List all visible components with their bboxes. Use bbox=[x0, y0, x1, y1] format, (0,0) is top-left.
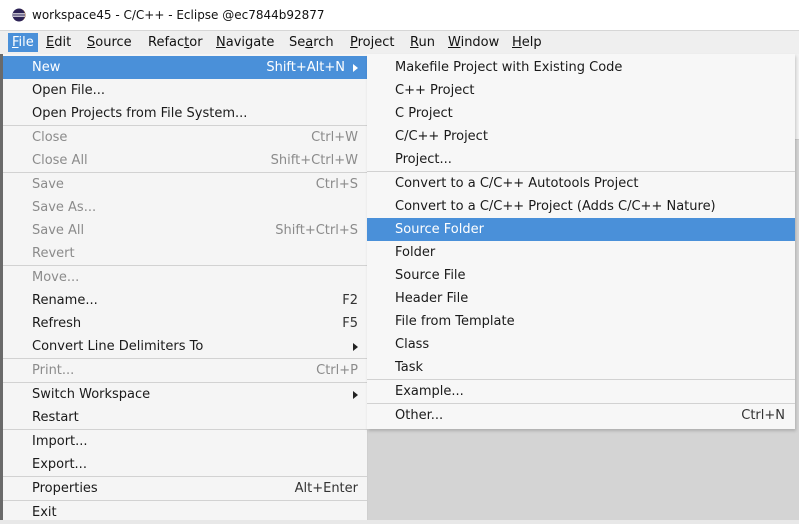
file-menu-revert[interactable]: Revert bbox=[3, 242, 367, 265]
file-menu-move[interactable]: Move... bbox=[3, 266, 367, 289]
menu-file[interactable]: File bbox=[8, 33, 38, 52]
file-menu-switch-workspace[interactable]: Switch Workspace bbox=[3, 383, 367, 406]
submenu-arrow-icon bbox=[353, 391, 358, 399]
file-menu-convert-line-delimiters[interactable]: Convert Line Delimiters To bbox=[3, 335, 367, 358]
new-class[interactable]: Class bbox=[367, 333, 795, 356]
new-submenu: Makefile Project with Existing Code C++ … bbox=[367, 54, 795, 429]
file-menu-save[interactable]: Save Ctrl+S bbox=[3, 173, 367, 196]
menu-search[interactable]: Search bbox=[289, 33, 334, 52]
file-menu-close-all[interactable]: Close All Shift+Ctrl+W bbox=[3, 149, 367, 172]
file-menu-open-file[interactable]: Open File... bbox=[3, 79, 367, 102]
file-menu-print[interactable]: Print... Ctrl+P bbox=[3, 359, 367, 382]
eclipse-logo-icon bbox=[12, 8, 26, 22]
new-convert-cpp-nature[interactable]: Convert to a C/C++ Project (Adds C/C++ N… bbox=[367, 195, 795, 218]
file-menu-save-all[interactable]: Save All Shift+Ctrl+S bbox=[3, 219, 367, 242]
new-header-file[interactable]: Header File bbox=[367, 287, 795, 310]
file-menu: New Shift+Alt+N Open File... Open Projec… bbox=[3, 54, 368, 520]
menu-source[interactable]: Source bbox=[87, 33, 132, 52]
file-menu-save-as[interactable]: Save As... bbox=[3, 196, 367, 219]
new-cpp-project[interactable]: C++ Project bbox=[367, 79, 795, 102]
file-menu-refresh[interactable]: Refresh F5 bbox=[3, 312, 367, 335]
menu-run[interactable]: Run bbox=[410, 33, 435, 52]
file-menu-close[interactable]: Close Ctrl+W bbox=[3, 126, 367, 149]
new-folder[interactable]: Folder bbox=[367, 241, 795, 264]
submenu-arrow-icon bbox=[353, 64, 358, 72]
menu-help[interactable]: Help bbox=[512, 33, 542, 52]
new-c-cpp-project[interactable]: C/C++ Project bbox=[367, 125, 795, 148]
new-file-from-template[interactable]: File from Template bbox=[367, 310, 795, 333]
submenu-arrow-icon bbox=[353, 343, 358, 351]
new-other[interactable]: Other... Ctrl+N bbox=[367, 404, 795, 427]
menu-bar: File Edit Source Refactor Navigate Searc… bbox=[0, 31, 799, 54]
new-source-file[interactable]: Source File bbox=[367, 264, 795, 287]
title-bar: workspace45 - C/C++ - Eclipse @ec7844b92… bbox=[0, 0, 799, 31]
file-menu-import[interactable]: Import... bbox=[3, 430, 367, 453]
new-task[interactable]: Task bbox=[367, 356, 795, 379]
new-example[interactable]: Example... bbox=[367, 380, 795, 403]
file-menu-export[interactable]: Export... bbox=[3, 453, 367, 476]
new-project[interactable]: Project... bbox=[367, 148, 795, 171]
window-title: workspace45 - C/C++ - Eclipse @ec7844b92… bbox=[32, 8, 325, 22]
new-source-folder[interactable]: Source Folder bbox=[367, 218, 795, 241]
new-convert-autotools[interactable]: Convert to a C/C++ Autotools Project bbox=[367, 172, 795, 195]
file-menu-open-projects[interactable]: Open Projects from File System... bbox=[3, 102, 367, 125]
file-menu-new[interactable]: New Shift+Alt+N bbox=[3, 56, 367, 79]
menu-navigate[interactable]: Navigate bbox=[216, 33, 274, 52]
file-menu-rename[interactable]: Rename... F2 bbox=[3, 289, 367, 312]
new-c-project[interactable]: C Project bbox=[367, 102, 795, 125]
menu-window[interactable]: Window bbox=[448, 33, 499, 52]
menu-refactor[interactable]: Refactor bbox=[148, 33, 203, 52]
menu-project[interactable]: Project bbox=[350, 33, 395, 52]
file-menu-restart[interactable]: Restart bbox=[3, 406, 367, 429]
file-menu-exit[interactable]: Exit bbox=[3, 501, 367, 524]
menu-edit[interactable]: Edit bbox=[46, 33, 71, 52]
new-makefile-project[interactable]: Makefile Project with Existing Code bbox=[367, 56, 795, 79]
file-menu-properties[interactable]: Properties Alt+Enter bbox=[3, 477, 367, 500]
